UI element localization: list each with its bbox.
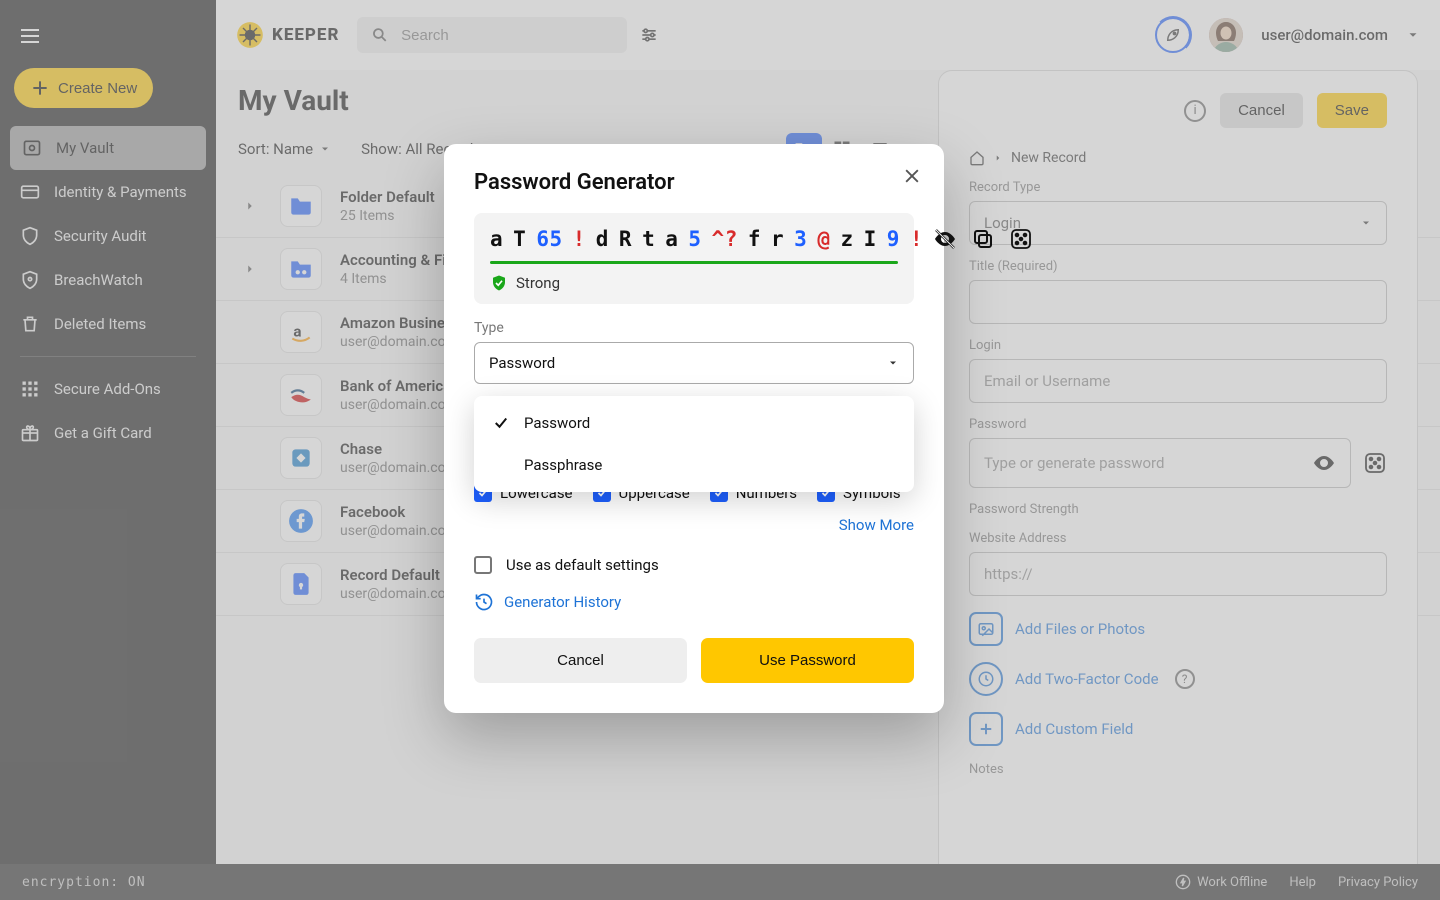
type-option-label: Password: [524, 414, 590, 432]
copy-icon[interactable]: [971, 227, 995, 251]
type-option-password[interactable]: Password: [474, 402, 914, 444]
modal-cancel-button[interactable]: Cancel: [474, 638, 687, 683]
chevron-down-icon: [887, 357, 899, 369]
strength-text: Strong: [516, 274, 560, 292]
default-label: Use as default settings: [506, 556, 659, 574]
type-option-passphrase[interactable]: Passphrase: [474, 444, 914, 486]
type-option-label: Passphrase: [524, 456, 602, 474]
type-select[interactable]: Password: [474, 342, 914, 384]
password-generator-modal: Password Generator aT65!dRta5^?fr3@zI9! …: [444, 144, 944, 713]
eye-off-icon[interactable]: [933, 227, 957, 251]
default-checkbox[interactable]: [474, 556, 492, 574]
generated-password-box: aT65!dRta5^?fr3@zI9! Strong: [474, 213, 914, 304]
show-more-link[interactable]: Show More: [474, 516, 914, 534]
generator-history-link[interactable]: Generator History: [474, 592, 914, 612]
type-dropdown: Password Passphrase: [474, 396, 914, 492]
use-password-button[interactable]: Use Password: [701, 638, 914, 683]
strength-bar: [490, 261, 898, 264]
modal-title: Password Generator: [474, 170, 914, 195]
type-label: Type: [474, 320, 914, 336]
dice-icon[interactable]: [1009, 227, 1033, 251]
history-icon: [474, 592, 494, 612]
generated-password: aT65!dRta5^?fr3@zI9!: [490, 227, 898, 251]
shield-check-icon: [490, 274, 508, 292]
close-icon[interactable]: [902, 166, 922, 186]
type-value: Password: [489, 354, 555, 372]
check-icon: [492, 414, 510, 432]
